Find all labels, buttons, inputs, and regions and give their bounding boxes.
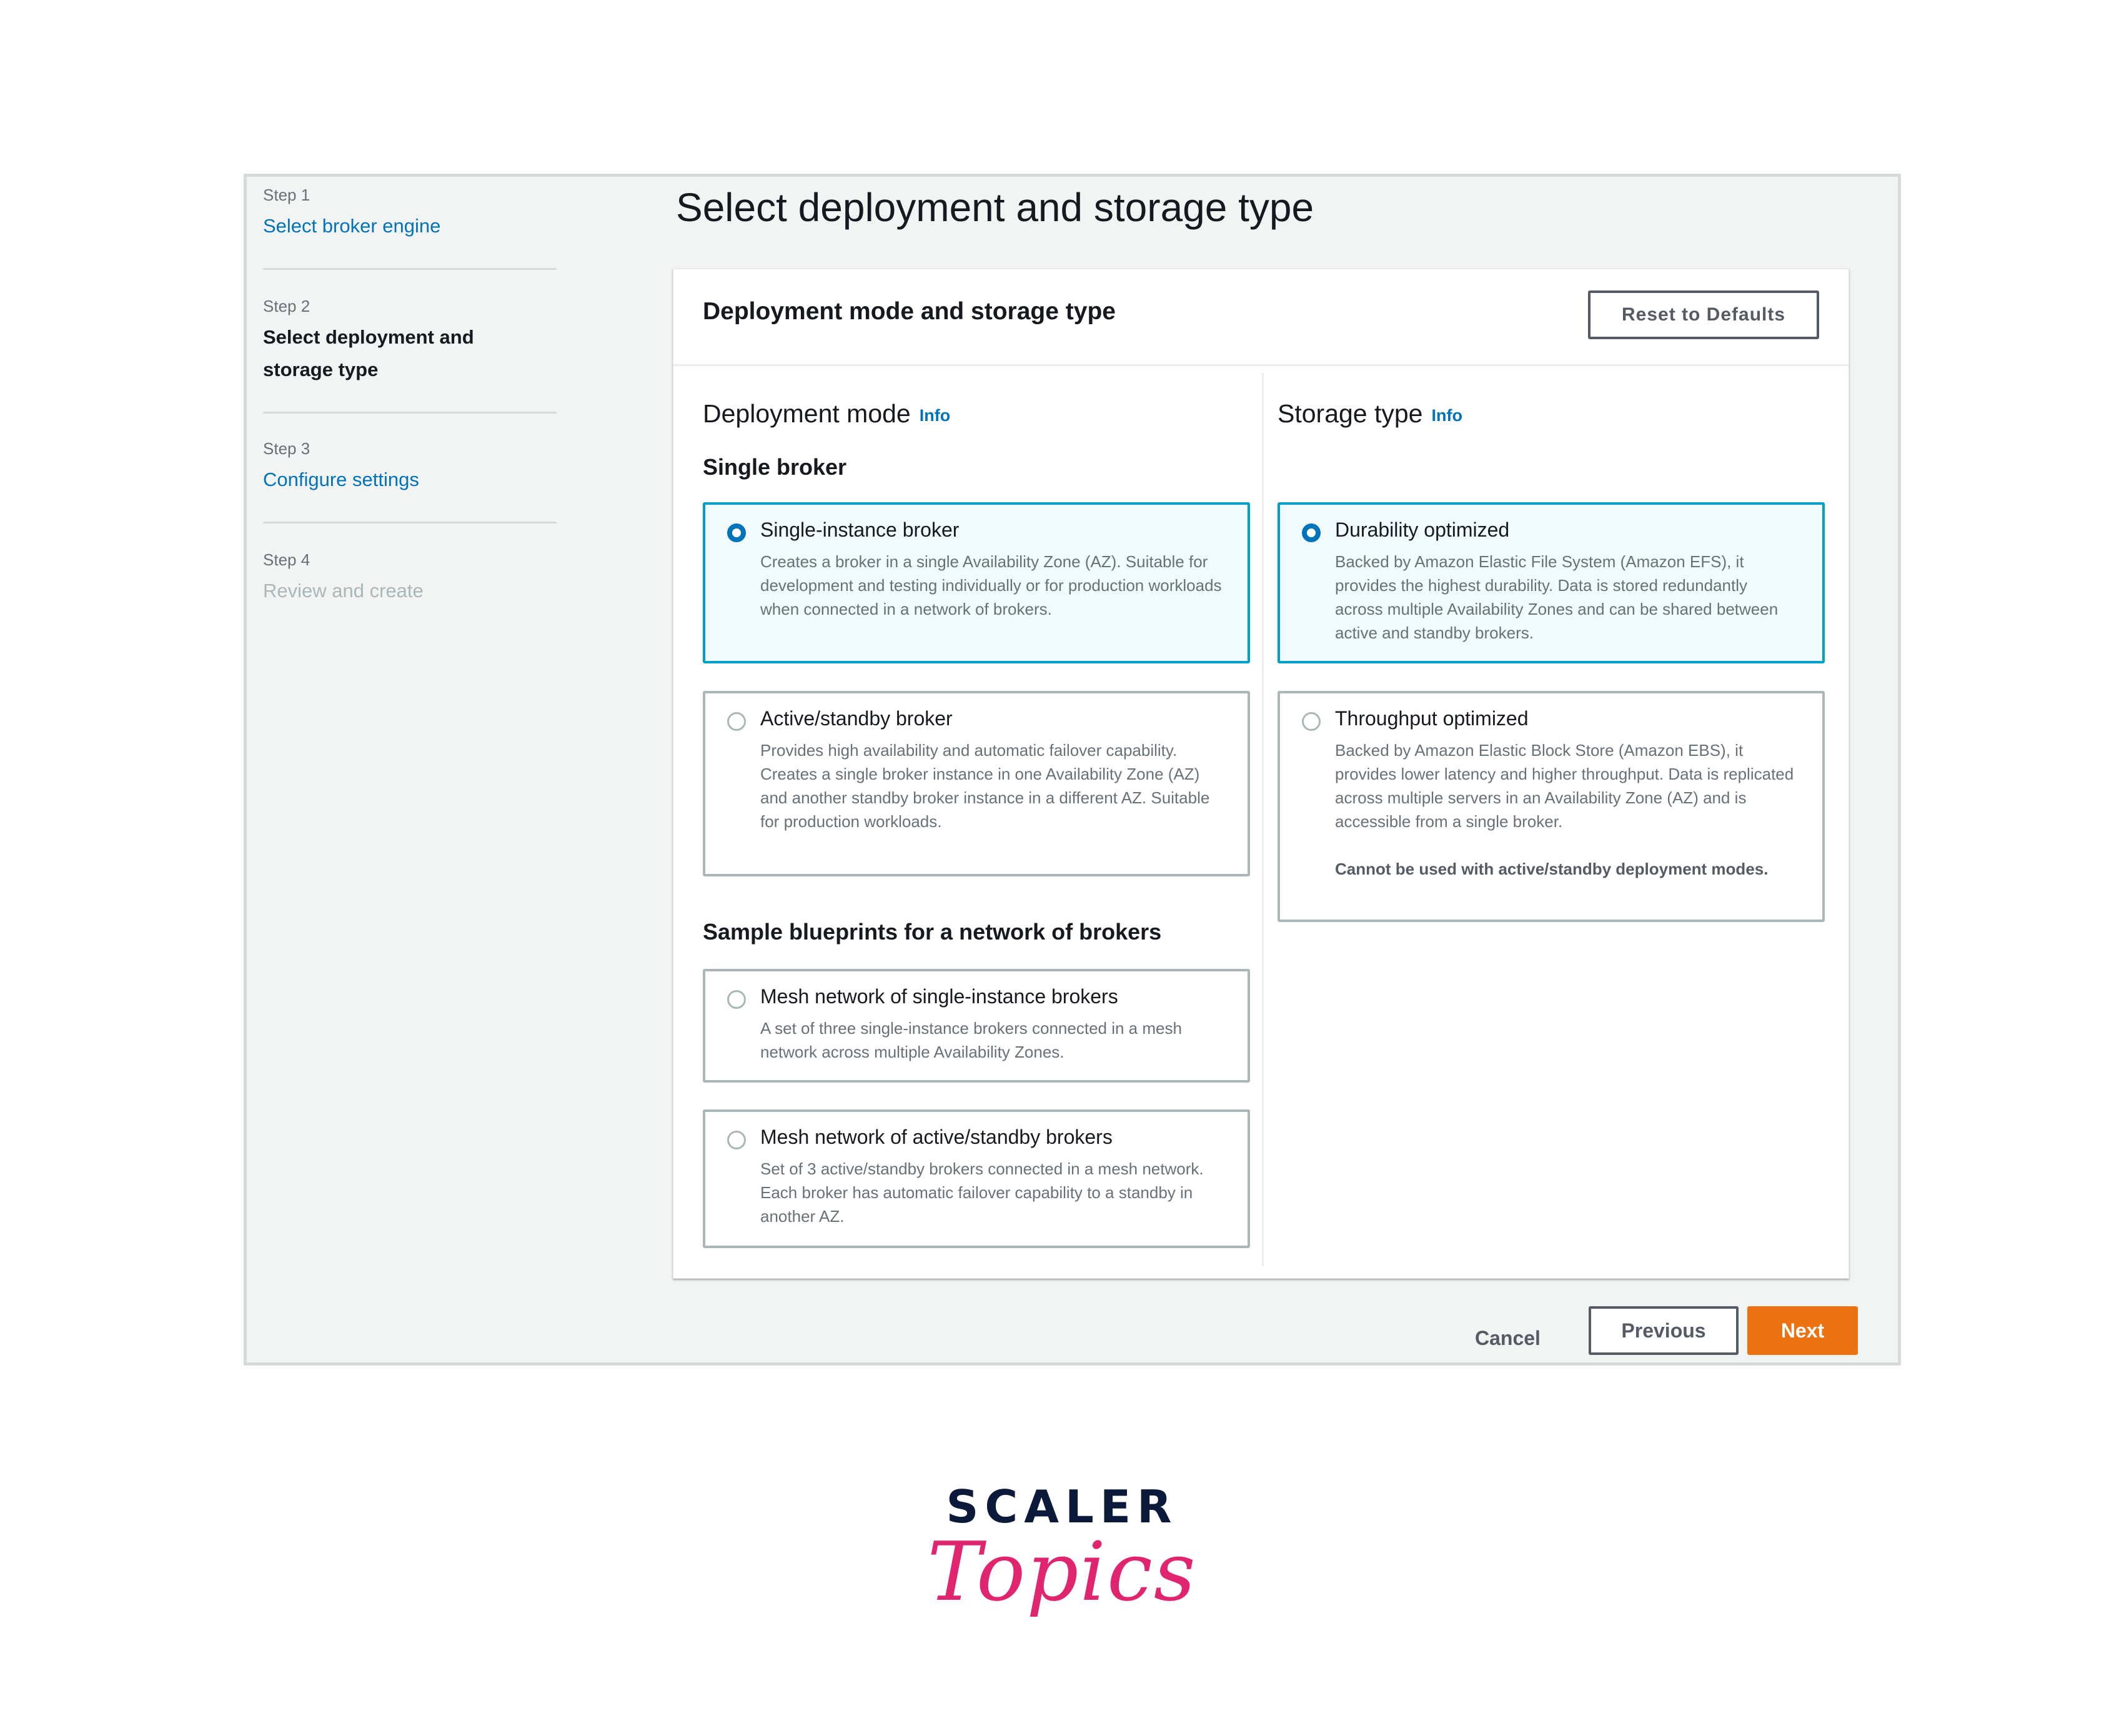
option-description: Creates a broker in a single Availabilit… bbox=[760, 552, 1222, 618]
step-2-current: Select deployment and storage type bbox=[263, 326, 474, 380]
option-description: Backed by Amazon Elastic Block Store (Am… bbox=[1335, 741, 1794, 831]
radio-unselected-icon[interactable] bbox=[727, 990, 746, 1009]
throughput-optimized-option[interactable]: Throughput optimized Backed by Amazon El… bbox=[1278, 691, 1825, 922]
option-label: Mesh network of single-instance brokers bbox=[760, 985, 1118, 1008]
next-button[interactable]: Next bbox=[1747, 1306, 1858, 1355]
step-number: Step 4 bbox=[263, 550, 310, 569]
reset-to-defaults-button[interactable]: Reset to Defaults bbox=[1588, 290, 1819, 339]
option-note: Cannot be used with active/standby deplo… bbox=[1335, 860, 1769, 878]
active-standby-broker-option[interactable]: Active/standby broker Provides high avai… bbox=[703, 691, 1250, 876]
panel-header: Deployment mode and storage type Reset t… bbox=[673, 269, 1849, 366]
storage-type-heading: Storage type Info bbox=[1278, 399, 1462, 429]
column-divider bbox=[1262, 373, 1264, 1266]
option-label: Throughput optimized bbox=[1335, 707, 1529, 730]
step-divider bbox=[263, 268, 557, 270]
step-4: Step 4 Review and create bbox=[263, 550, 557, 607]
option-description: Backed by Amazon Elastic File System (Am… bbox=[1335, 552, 1779, 642]
radio-unselected-icon[interactable] bbox=[727, 712, 746, 731]
mesh-single-instance-option[interactable]: Mesh network of single-instance brokers … bbox=[703, 969, 1250, 1083]
cancel-button[interactable]: Cancel bbox=[1471, 1326, 1544, 1351]
option-description: A set of three single-instance brokers c… bbox=[760, 1019, 1182, 1061]
deployment-mode-label: Deployment mode bbox=[703, 399, 911, 428]
step-divider bbox=[263, 412, 557, 414]
radio-selected-icon[interactable] bbox=[727, 523, 746, 542]
panel-title: Deployment mode and storage type bbox=[703, 298, 1116, 325]
step-3-link[interactable]: Configure settings bbox=[263, 464, 557, 496]
mesh-active-standby-option[interactable]: Mesh network of active/standby brokers S… bbox=[703, 1109, 1250, 1248]
step-1-link[interactable]: Select broker engine bbox=[263, 210, 557, 242]
option-description: Provides high availability and automatic… bbox=[760, 741, 1210, 831]
option-label: Single-instance broker bbox=[760, 518, 960, 541]
step-number: Step 2 bbox=[263, 297, 310, 315]
durability-optimized-option[interactable]: Durability optimized Backed by Amazon El… bbox=[1278, 502, 1825, 663]
step-number: Step 1 bbox=[263, 186, 310, 204]
storage-info-link[interactable]: Info bbox=[1432, 406, 1462, 425]
single-broker-heading: Single broker bbox=[703, 454, 847, 480]
step-4-disabled: Review and create bbox=[263, 580, 424, 602]
brand-logo-bottom: Topics bbox=[927, 1524, 1197, 1619]
single-instance-broker-option[interactable]: Single-instance broker Creates a broker … bbox=[703, 502, 1250, 663]
step-3: Step 3 Configure settings bbox=[263, 439, 557, 496]
deployment-panel: Deployment mode and storage type Reset t… bbox=[673, 269, 1849, 1279]
radio-unselected-icon[interactable] bbox=[727, 1131, 746, 1149]
step-1: Step 1 Select broker engine bbox=[263, 186, 557, 242]
radio-selected-icon[interactable] bbox=[1302, 523, 1321, 542]
step-2: Step 2 Select deployment and storage typ… bbox=[263, 297, 557, 386]
option-label: Mesh network of active/standby brokers bbox=[760, 1126, 1113, 1148]
option-label: Active/standby broker bbox=[760, 707, 953, 730]
page-title: Select deployment and storage type bbox=[676, 185, 1314, 230]
radio-unselected-icon[interactable] bbox=[1302, 712, 1321, 731]
deployment-mode-heading: Deployment mode Info bbox=[703, 399, 950, 429]
storage-type-label: Storage type bbox=[1278, 399, 1423, 428]
option-description: Set of 3 active/standby brokers connecte… bbox=[760, 1159, 1204, 1226]
blueprints-heading: Sample blueprints for a network of broke… bbox=[703, 919, 1162, 945]
wizard-frame: Step 1 Select broker engine Step 2 Selec… bbox=[244, 174, 1901, 1366]
previous-button[interactable]: Previous bbox=[1589, 1306, 1739, 1355]
step-number: Step 3 bbox=[263, 439, 310, 458]
step-divider bbox=[263, 522, 557, 523]
option-label: Durability optimized bbox=[1335, 518, 1510, 541]
deployment-info-link[interactable]: Info bbox=[920, 406, 950, 425]
